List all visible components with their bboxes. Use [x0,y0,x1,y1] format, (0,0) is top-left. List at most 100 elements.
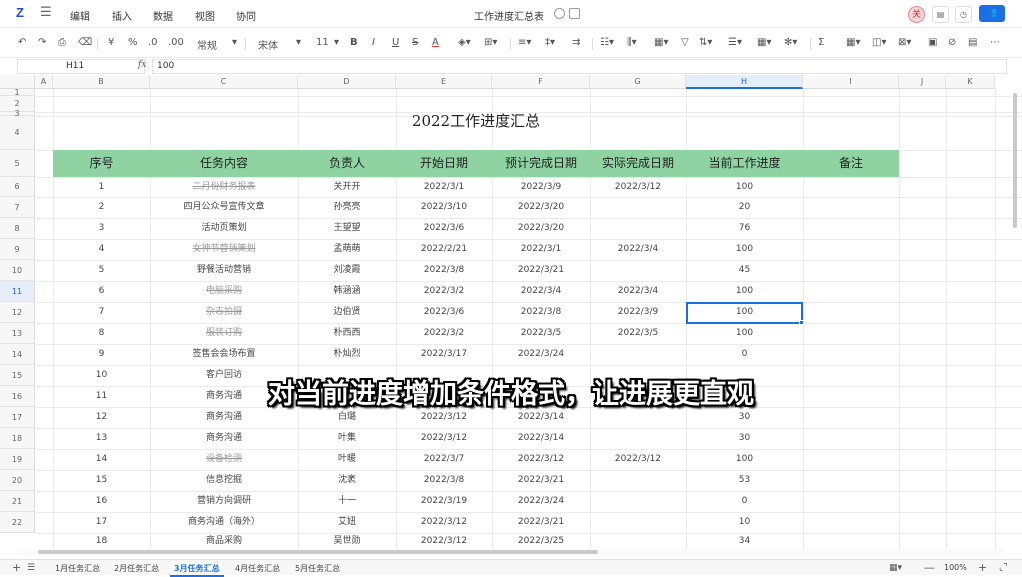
table-cell-task[interactable]: 服装订购 [150,323,298,344]
table-cell-task[interactable]: 设备检测 [150,449,298,470]
currency-format-button[interactable]: ¥ [108,37,114,48]
row-header-8[interactable]: 8 [0,218,35,239]
table-cell-task[interactable]: 女神节营销策划 [150,239,298,260]
row-header-10[interactable]: 10 [0,260,35,281]
table-cell-actual[interactable] [590,470,686,491]
table-cell-owner[interactable]: 叶暖 [298,449,396,470]
underline-button[interactable]: U [392,37,399,48]
header-cell[interactable]: 当前工作进度 [686,150,803,177]
menu-insert[interactable]: 插入 [112,8,132,23]
column-header-e[interactable]: E [396,75,492,89]
table-cell-plan[interactable]: 2022/3/21 [492,260,590,281]
fx-icon[interactable]: fx [138,60,146,70]
column-header-d[interactable]: D [298,75,396,89]
table-cell-actual[interactable] [590,533,686,549]
column-header-i[interactable]: I [803,75,899,89]
table-cell-task[interactable]: 商品采购 [150,533,298,549]
row-header-13[interactable]: 13 [0,323,35,344]
table-cell-no[interactable]: 13 [53,428,150,449]
table-cell-actual[interactable]: 2022/3/4 [590,281,686,302]
row-header-18[interactable]: 18 [0,428,35,449]
row-header-4[interactable]: 4 [0,116,35,150]
table-cell-task[interactable]: 四月公众号宣传文章 [150,197,298,218]
table-cell-progress[interactable]: 45 [686,260,803,281]
menu-hamburger-icon[interactable]: ☰ [40,5,52,20]
table-cell-task[interactable]: 营销方向调研 [150,491,298,512]
row-header-12[interactable]: 12 [0,302,35,323]
table-cell-no[interactable]: 3 [53,218,150,239]
header-cell[interactable]: 序号 [53,150,150,177]
row-header-21[interactable]: 21 [0,491,35,512]
settings-icon[interactable]: ✻▾ [784,37,797,48]
fill-color-icon[interactable]: ◈▾ [458,37,471,48]
pivot-icon[interactable]: ▦▾ [846,37,860,48]
table-cell-actual[interactable]: 2022/3/12 [590,177,686,197]
header-cell[interactable]: 任务内容 [150,150,298,177]
save-icon[interactable] [569,8,580,19]
column-header-c[interactable]: C [150,75,298,89]
table-cell-task[interactable]: 商务沟通（海外） [150,512,298,533]
tab-apr[interactable]: 4月任务汇总 [231,562,284,575]
zoom-out-icon[interactable]: — [924,561,935,574]
table-cell-progress[interactable]: 30 [686,428,803,449]
select-all-corner[interactable] [0,75,35,89]
table-cell-actual[interactable]: 2022/3/12 [590,449,686,470]
row-header-20[interactable]: 20 [0,470,35,491]
fill-handle[interactable] [799,320,804,325]
menu-view[interactable]: 视图 [195,8,215,23]
table-cell-actual[interactable] [590,344,686,365]
table-cell-actual[interactable]: 2022/3/9 [590,302,686,323]
table-cell-owner[interactable]: 朴西西 [298,323,396,344]
strikethrough-button[interactable]: S [412,37,418,48]
table-cell-plan[interactable]: 2022/3/5 [492,323,590,344]
table-cell-plan[interactable]: 2022/3/8 [492,302,590,323]
table-cell-progress[interactable]: 100 [686,177,803,197]
freeze-icon[interactable]: ⫼▾ [627,37,637,48]
table-cell-actual[interactable] [590,218,686,239]
header-cell[interactable]: 开始日期 [396,150,492,177]
table-cell-no[interactable]: 1 [53,177,150,197]
tab-feb[interactable]: 2月任务汇总 [110,562,163,575]
italic-button[interactable]: I [372,37,375,48]
table-cell-owner[interactable]: 刘凌霞 [298,260,396,281]
table-cell-actual[interactable]: 2022/3/4 [590,239,686,260]
table-cell-progress[interactable]: 100 [686,239,803,260]
table-cell-plan[interactable]: 2022/3/9 [492,177,590,197]
table-cell-no[interactable]: 6 [53,281,150,302]
table-cell-progress[interactable]: 76 [686,218,803,239]
sum-button[interactable]: Σ [818,37,824,48]
table-cell-start[interactable]: 2022/3/6 [396,302,492,323]
table-cell-actual[interactable] [590,428,686,449]
table-cell-start[interactable]: 2022/3/2 [396,281,492,302]
horizontal-scroll-thumb[interactable] [38,550,598,554]
header-cell[interactable]: 备注 [803,150,899,177]
formula-input[interactable]: 100 [152,59,1007,74]
table-cell-no[interactable]: 14 [53,449,150,470]
zoom-level[interactable]: 100% [944,563,967,572]
notes-icon[interactable]: ▤ [968,37,977,48]
wrap-text-icon[interactable]: ⇉ [572,37,580,48]
table-cell-actual[interactable] [590,512,686,533]
table-cell-owner[interactable]: 十一 [298,491,396,512]
table-cell-task[interactable]: 签售会会场布置 [150,344,298,365]
table-cell-owner[interactable]: 边伯贤 [298,302,396,323]
tab-may[interactable]: 5月任务汇总 [291,562,344,575]
table-cell-start[interactable]: 2022/3/17 [396,344,492,365]
more-icon[interactable]: ⋯ [990,37,1000,48]
history-icon[interactable]: ◷ [955,6,972,23]
vertical-scroll-thumb[interactable] [1013,93,1017,228]
row-header-7[interactable]: 7 [0,197,35,218]
table-cell-progress[interactable]: 0 [686,491,803,512]
table-cell-progress[interactable]: 0 [686,344,803,365]
menu-collab[interactable]: 协同 [236,8,256,23]
table-cell-plan[interactable]: 2022/3/4 [492,281,590,302]
spreadsheet-grid[interactable]: ABCDEFGHIJK 1 2 3 4 5 6 7 8 9 10 11 12 13 14 15 16 17 18 1… [0,75,1022,549]
tab-jan[interactable]: 1月任务汇总 [51,562,104,575]
table-cell-actual[interactable]: 2022/3/5 [590,323,686,344]
table-cell-start[interactable]: 2022/3/10 [396,197,492,218]
app-logo-icon[interactable]: Z [16,5,32,21]
table-cell-plan[interactable]: 2022/3/20 [492,218,590,239]
table-cell-no[interactable]: 18 [53,533,150,549]
table-cell-start[interactable]: 2022/3/8 [396,260,492,281]
percent-format-button[interactable]: % [128,37,138,48]
